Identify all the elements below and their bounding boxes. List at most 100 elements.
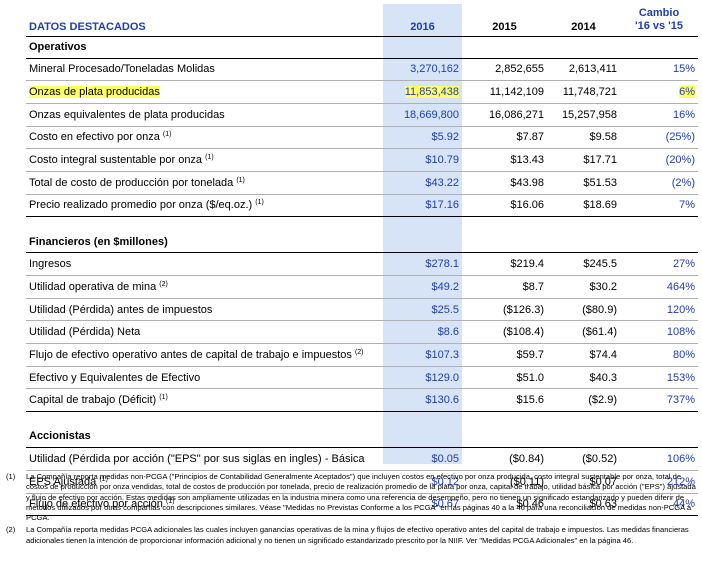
row-label-text: Onzas de plata producidas xyxy=(29,86,160,99)
value-change: (20%) xyxy=(620,148,698,172)
value-2016: 18,669,800 xyxy=(383,103,462,127)
value-2015: ($108.4) xyxy=(462,320,547,345)
table-row: Utilidad (Pérdida) antes de impuestos $25… xyxy=(26,298,698,322)
value-change: 120% xyxy=(620,298,698,322)
value-2016-text: $0.05 xyxy=(431,452,459,465)
value-2014: $51.53 xyxy=(547,171,620,195)
value-change-text: 27% xyxy=(672,258,695,271)
row-label-text: Costo en efectivo por onza xyxy=(29,131,160,144)
table-row: Costo integral sustentable por onza (1) $… xyxy=(26,148,698,172)
section-spacer xyxy=(26,217,698,231)
value-2016-text: $8.6 xyxy=(437,326,459,339)
value-2016-text: 18,669,800 xyxy=(403,108,459,121)
row-label: Ingresos xyxy=(26,252,383,276)
value-change-text: 108% xyxy=(666,326,695,339)
table-row: Capital de trabajo (Déficit) (1) $130.6 $1… xyxy=(26,388,698,413)
value-change-text: 6% xyxy=(679,86,695,99)
row-label: Utilidad (Pérdida por acción ("EPS" por … xyxy=(26,447,383,471)
value-change-text: 153% xyxy=(666,371,695,384)
value-change-text: 106% xyxy=(666,452,695,465)
value-2016: $5.92 xyxy=(383,126,462,150)
header-change-line1: Cambio xyxy=(638,6,680,19)
row-label: Utilidad (Pérdida) Neta xyxy=(26,320,383,345)
row-label: Total de costo de producción por tonelad… xyxy=(26,171,383,195)
value-2014: ($2.9) xyxy=(547,388,620,413)
row-label-text: Efectivo y Equivalentes de Efectivo xyxy=(29,371,201,384)
footnote-ref: (1) xyxy=(255,199,264,207)
header-change: Cambio '16 vs '15 xyxy=(620,6,698,37)
row-label: Onzas equivalentes de plata producidas xyxy=(26,103,383,127)
value-change-text: 80% xyxy=(672,348,695,361)
value-2015: $16.06 xyxy=(462,194,547,218)
value-change-text: (2%) xyxy=(671,176,695,189)
value-2014: $74.4 xyxy=(547,343,620,367)
value-change-text: 7% xyxy=(679,199,695,212)
footnote-ref: (1) xyxy=(205,154,214,162)
value-2016: $17.16 xyxy=(383,194,462,218)
value-change-text: 737% xyxy=(666,394,695,407)
value-2014: $30.2 xyxy=(547,275,620,299)
value-change: 16% xyxy=(620,103,698,127)
table-row: Utilidad (Pérdida) Neta $8.6 ($108.4) ($61.… xyxy=(26,320,698,345)
value-2016-text: $130.6 xyxy=(425,394,459,407)
value-2016-text: $5.92 xyxy=(431,131,459,144)
value-change: 153% xyxy=(620,366,698,390)
value-2014: $18.69 xyxy=(547,194,620,218)
table-row: Ingresos $278.1 $219.4 $245.5 27% xyxy=(26,252,698,276)
table-row: Costo en efectivo por onza (1) $5.92 $7.87… xyxy=(26,126,698,150)
value-2016-text: $278.1 xyxy=(425,258,459,271)
value-change: 80% xyxy=(620,343,698,367)
row-label-text: Capital de trabajo (Déficit) xyxy=(29,394,157,407)
value-2015: $43.98 xyxy=(462,171,547,195)
footnote-number: (1) xyxy=(6,472,16,481)
value-2016-text: $17.16 xyxy=(425,199,459,212)
value-2016: 11,853,438 xyxy=(383,80,462,104)
footnote: (2) La Compañía reporta medidas PCGA adic… xyxy=(6,525,696,546)
row-label: Mineral Procesado/Toneladas Molidas xyxy=(26,58,383,82)
value-2016-text: $129.0 xyxy=(425,371,459,384)
value-change: 737% xyxy=(620,388,698,413)
highlights-table-body: DATOS DESTACADOS 2016 2015 2014 Cambio '1… xyxy=(26,6,698,517)
value-2015: 16,086,271 xyxy=(462,103,547,127)
table-row: Utilidad (Pérdida por acción ("EPS" por … xyxy=(26,447,698,471)
table-row: Onzas equivalentes de plata producidas 18… xyxy=(26,103,698,127)
row-label-text: Flujo de efectivo operativo antes de cap… xyxy=(29,348,352,361)
value-2015: 2,852,655 xyxy=(462,58,547,82)
value-2016: 3,270,162 xyxy=(383,58,462,82)
value-2014: $9.58 xyxy=(547,126,620,150)
section-spacer xyxy=(26,412,698,426)
table-row: Efectivo y Equivalentes de Efectivo $129.… xyxy=(26,366,698,390)
row-label: Efectivo y Equivalentes de Efectivo xyxy=(26,366,383,390)
value-2016-text: 11,853,438 xyxy=(404,86,459,99)
value-2015: ($0.84) xyxy=(462,447,547,471)
value-change: (2%) xyxy=(620,171,698,195)
section-title-row: Operativos xyxy=(26,36,698,59)
row-label-text: Utilidad (Pérdida por acción ("EPS" por … xyxy=(29,452,365,465)
value-change-text: 16% xyxy=(672,108,695,121)
value-change: 7% xyxy=(620,194,698,218)
value-change-text: (20%) xyxy=(665,154,695,167)
footnote: (1) La Compañía reporta medidas non-PCGA … xyxy=(6,472,696,523)
footnote-ref: (2) xyxy=(354,348,364,356)
value-2016-text: $25.5 xyxy=(431,303,459,316)
header-2016: 2016 xyxy=(383,6,462,37)
value-2016-text: $43.22 xyxy=(425,176,459,189)
header-2015: 2015 xyxy=(462,6,547,37)
header-2014: 2014 xyxy=(547,6,620,37)
value-2015: $13.43 xyxy=(462,148,547,172)
table-row: Precio realizado promedio por onza ($/eq… xyxy=(26,194,698,218)
section-title-row: Accionistas xyxy=(26,425,698,449)
value-2016: $130.6 xyxy=(383,388,462,413)
row-label: Utilidad (Pérdida) antes de impuestos xyxy=(26,298,383,322)
header-label: DATOS DESTACADOS xyxy=(26,6,383,37)
value-2015: $8.7 xyxy=(462,275,547,299)
value-2016: $10.79 xyxy=(383,148,462,172)
value-2014: $245.5 xyxy=(547,252,620,276)
value-change: 6% xyxy=(620,80,698,104)
row-label-text: Mineral Procesado/Toneladas Molidas xyxy=(29,63,215,76)
value-2014: ($0.52) xyxy=(547,447,620,471)
table-header-row: DATOS DESTACADOS 2016 2015 2014 Cambio '1… xyxy=(26,6,698,37)
section-title: Accionistas xyxy=(26,425,698,449)
table-row: Onzas de plata producidas 11,853,438 11,14… xyxy=(26,80,698,104)
value-change: 106% xyxy=(620,447,698,471)
